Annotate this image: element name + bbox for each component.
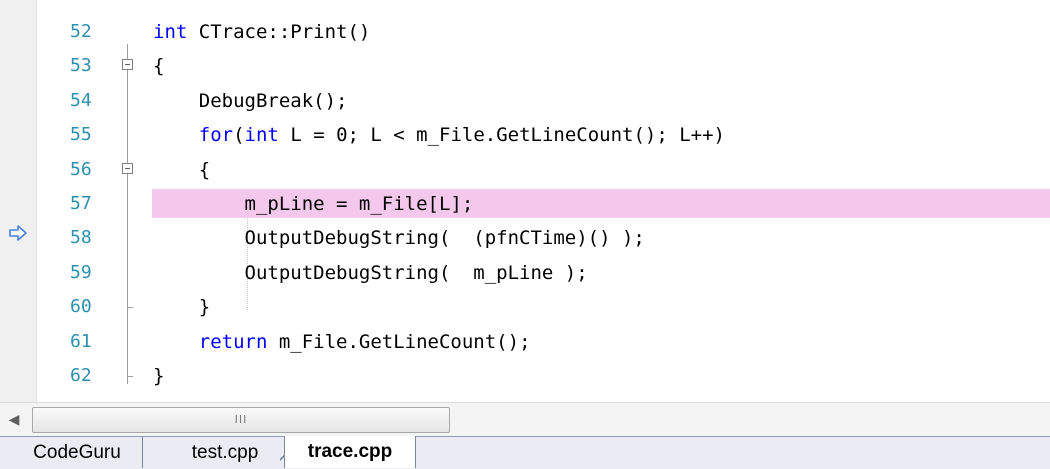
- line-number: 55: [70, 124, 92, 146]
- code-token: }: [153, 365, 165, 387]
- tab-trace-cpp[interactable]: trace.cpp: [284, 436, 416, 468]
- keyword-token: int: [153, 21, 188, 43]
- code-line[interactable]: 58 OutputDebugString( (pfnCTime)() );: [37, 222, 1050, 254]
- code-text: int CTrace::Print(): [153, 16, 370, 48]
- scrollbar-grip: III: [234, 413, 248, 426]
- code-text: {: [153, 50, 164, 82]
- keyword-token: for: [198, 124, 234, 147]
- code-token: m_File.GetLineCount();: [267, 330, 531, 353]
- code-line[interactable]: 53 {: [37, 50, 1050, 82]
- fold-end-tick: [127, 307, 133, 309]
- collapse-region-icon[interactable]: [122, 59, 133, 71]
- code-token: }: [153, 296, 211, 319]
- line-number: 57: [70, 193, 92, 214]
- code-text: DebugBreak();: [153, 85, 348, 117]
- line-number: 58: [70, 227, 92, 249]
- code-line[interactable]: 57 m_pLine = m_File[L];: [37, 188, 1050, 220]
- line-number: 61: [70, 330, 92, 352]
- code-token: (: [233, 124, 245, 147]
- code-text: {: [153, 154, 210, 186]
- code-token: CTrace::Print(): [187, 21, 371, 43]
- scrollbar-thumb[interactable]: III: [32, 407, 450, 433]
- tab-test-cpp[interactable]: test.cpp: [160, 437, 294, 468]
- execution-pointer-arrow-icon: [9, 225, 27, 241]
- collapse-region-icon[interactable]: [122, 162, 133, 174]
- code-line[interactable]: 59 OutputDebugString( m_pLine );: [37, 257, 1050, 289]
- keyword-token: return: [198, 330, 268, 353]
- code-token: m_pLine = m_File[L];: [153, 193, 474, 215]
- line-number: 60: [70, 296, 92, 318]
- code-text: for(int L = 0; L < m_File.GetLineCount()…: [153, 119, 725, 151]
- tab-codeguru[interactable]: CodeGuru: [12, 437, 143, 468]
- line-number: 53: [70, 55, 92, 77]
- scroll-left-arrow-icon[interactable]: ◀: [0, 407, 28, 433]
- horizontal-scrollbar[interactable]: ◀ III: [0, 402, 1050, 437]
- keyword-token: int: [244, 124, 279, 147]
- code-token: {: [153, 158, 211, 181]
- code-line[interactable]: 60 }: [37, 291, 1050, 323]
- line-number: 52: [70, 21, 92, 42]
- code-token: DebugBreak();: [153, 89, 348, 112]
- line-number: 56: [70, 158, 92, 180]
- code-text: OutputDebugString( m_pLine );: [153, 257, 588, 289]
- breakpoint-margin[interactable]: [0, 0, 37, 402]
- code-text: OutputDebugString( (pfnCTime)() );: [153, 222, 645, 254]
- code-text: m_pLine = m_File[L];: [153, 188, 474, 220]
- line-number: 54: [70, 89, 92, 111]
- code-text: }: [153, 291, 210, 323]
- document-tab-bar: CodeGuru test.cpp trace.cpp: [0, 436, 1050, 469]
- code-token: {: [153, 55, 165, 78]
- code-line[interactable]: 56 {: [37, 154, 1050, 186]
- code-line[interactable]: 62}: [37, 360, 1050, 392]
- line-number: 62: [70, 365, 92, 386]
- code-token: L = 0; L < m_File.GetLineCount(); L++): [278, 124, 725, 147]
- code-line[interactable]: 52 int CTrace::Print(): [37, 16, 1050, 48]
- code-text: }: [153, 360, 164, 392]
- code-token: OutputDebugString( m_pLine );: [153, 261, 588, 284]
- code-line[interactable]: 61 return m_File.GetLineCount();: [37, 326, 1050, 358]
- code-text: return m_File.GetLineCount();: [153, 326, 531, 358]
- fold-end-tick: [127, 376, 133, 377]
- code-line[interactable]: 54 DebugBreak();: [37, 85, 1050, 117]
- line-number: 59: [70, 261, 92, 283]
- code-editor[interactable]: 52 int CTrace::Print() 53{54 DebugBreak();…: [37, 0, 1050, 402]
- code-token: OutputDebugString( (pfnCTime)() );: [153, 227, 645, 250]
- code-line[interactable]: 55 for(int L = 0; L < m_File.GetLineCoun…: [37, 119, 1050, 151]
